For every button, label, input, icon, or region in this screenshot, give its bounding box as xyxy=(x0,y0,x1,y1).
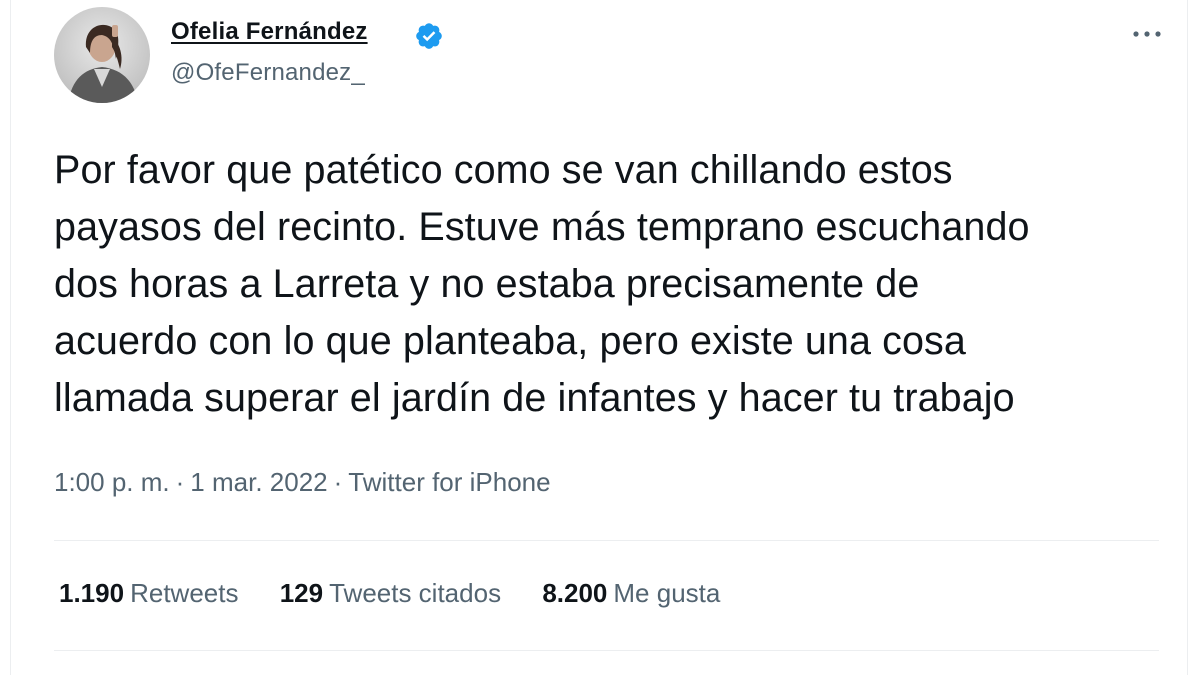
tweet-stats: 1.190 Retweets 129 Tweets citados 8.200 Me … xyxy=(59,578,754,609)
likes-stat[interactable]: 8.200 Me gusta xyxy=(542,578,720,609)
avatar[interactable] xyxy=(54,7,150,103)
more-horizontal-icon[interactable] xyxy=(1127,22,1167,46)
retweets-count: 1.190 xyxy=(59,578,125,608)
verified-badge-icon xyxy=(416,23,442,49)
tweet-date[interactable]: 1 mar. 2022 xyxy=(190,467,327,497)
quotes-stat[interactable]: 129 Tweets citados xyxy=(280,578,501,609)
divider xyxy=(54,650,1159,651)
quotes-count: 129 xyxy=(279,578,324,608)
meta-separator: · xyxy=(333,467,343,497)
likes-label: Me gusta xyxy=(613,578,721,608)
tweet-text-line: llamada superar el jardín de infantes y … xyxy=(54,376,1015,420)
divider xyxy=(54,540,1159,541)
retweets-label: Retweets xyxy=(130,578,239,608)
tweet-text-line: dos horas a Larreta y no estaba precisam… xyxy=(54,262,920,306)
tweet-meta: 1:00 p. m. · 1 mar. 2022 · Twitter for iPhon… xyxy=(54,467,551,498)
tweet-text-line: payasos del recinto. Estuve más temprano… xyxy=(54,205,1030,249)
tweet-source[interactable]: Twitter for iPhone xyxy=(348,467,550,497)
author-handle[interactable]: @OfeFernandez_ xyxy=(171,59,365,87)
retweets-stat[interactable]: 1.190 Retweets xyxy=(59,578,238,609)
tweet-time[interactable]: 1:00 p. m. xyxy=(54,467,170,497)
quotes-label: Tweets citados xyxy=(329,578,502,608)
tweet-text-line: Por favor que patético como se van chill… xyxy=(54,148,953,192)
tweet-text-line: acuerdo con lo que planteaba, pero exist… xyxy=(54,319,966,363)
likes-count: 8.200 xyxy=(542,578,608,608)
author-name[interactable]: Ofelia Fernández xyxy=(171,18,368,46)
tweet-card: Ofelia Fernández @OfeFernandez_ Por favo… xyxy=(10,0,1188,675)
meta-separator: · xyxy=(175,467,185,497)
tweet-text: Por favor que patético como se van chill… xyxy=(54,142,1184,427)
